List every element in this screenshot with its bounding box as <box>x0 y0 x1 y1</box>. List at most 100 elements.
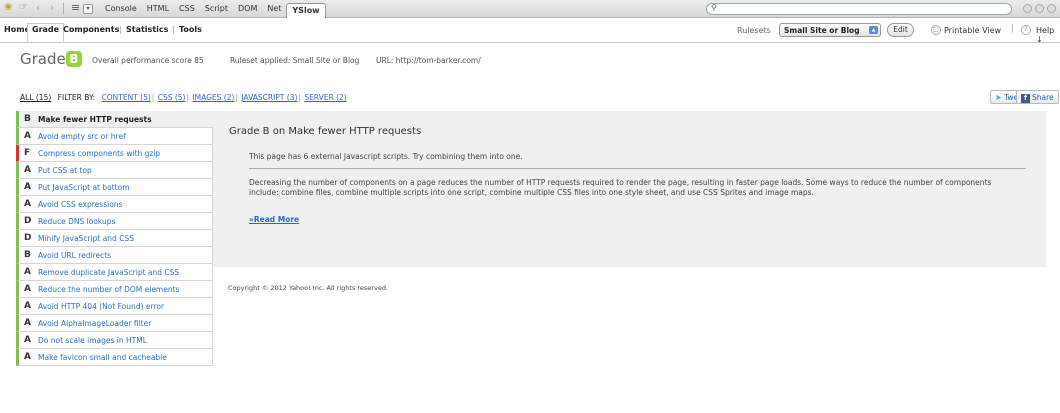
detach-window-icon[interactable] <box>1035 4 1044 13</box>
rule-item[interactable]: B Avoid URL redirects <box>16 247 213 264</box>
inspect-icon[interactable]: ☞ <box>19 2 28 13</box>
tab-net[interactable]: Net <box>262 2 286 16</box>
tab-console[interactable]: Console <box>100 2 142 16</box>
twitter-icon: ➤ <box>995 93 1002 102</box>
filter-css[interactable]: CSS (5) <box>158 93 186 102</box>
search-icon: ⚲ <box>711 3 717 12</box>
rule-name: Avoid HTTP 404 (Not Found) error <box>38 302 165 311</box>
minimize-window-icon[interactable] <box>1023 4 1032 13</box>
rule-name: Avoid URL redirects <box>38 251 112 260</box>
ruleset-select[interactable]: Small Site or Blog ▲ <box>779 23 881 37</box>
rule-grade: B <box>24 250 31 260</box>
tab-css[interactable]: CSS <box>174 2 200 16</box>
rule-grade: A <box>24 301 31 311</box>
edit-ruleset-button[interactable]: Edit <box>887 23 914 37</box>
rule-grade: A <box>24 199 31 209</box>
rule-name: Make fewer HTTP requests <box>38 115 152 124</box>
help-menu[interactable]: Help ↓ <box>1036 26 1060 44</box>
toolbar-separator <box>63 3 64 14</box>
rule-item[interactable]: D Minify JavaScript and CSS <box>16 230 213 247</box>
tab-tools[interactable]: Tools <box>175 24 206 36</box>
facebook-share-button[interactable]: f Share <box>1016 90 1059 104</box>
rule-item[interactable]: A Make favicon small and cacheable <box>16 349 213 366</box>
filter-bar: ALL (15) FILTER BY: CONTENT (5)| CSS (5)… <box>20 93 347 102</box>
rule-grade: A <box>24 131 31 141</box>
rule-name: Compress components with gzip <box>38 149 161 158</box>
rule-grade: A <box>24 267 31 277</box>
facebook-icon: f <box>1021 94 1030 103</box>
printable-view-link[interactable]: Printable View <box>944 26 1001 35</box>
rule-item[interactable]: D Reduce DNS lookups <box>16 213 213 230</box>
close-window-icon[interactable] <box>1047 4 1056 13</box>
toolbar-separator: | <box>1011 24 1015 34</box>
filter-by-label: FILTER BY: <box>57 93 96 102</box>
help-icon[interactable]: ? <box>1021 25 1031 35</box>
share-label: Share <box>1032 93 1054 102</box>
filter-server[interactable]: SERVER (2) <box>304 93 346 102</box>
rule-name: Put JavaScript at bottom <box>38 183 130 192</box>
rule-item[interactable]: A Reduce the number of DOM elements <box>16 281 213 298</box>
rule-item[interactable]: A Avoid HTTP 404 (Not Found) error <box>16 298 213 315</box>
filter-images[interactable]: IMAGES (2) <box>192 93 234 102</box>
firebug-panel-tabs: Console HTML CSS Script DOM Net YSlow <box>100 0 326 18</box>
tab-statistics[interactable]: Statistics <box>122 24 172 36</box>
rule-grade: B <box>24 114 31 124</box>
rule-item[interactable]: A Avoid empty src or href <box>16 128 213 145</box>
rule-finding: This page has 6 external Javascript scri… <box>249 152 523 161</box>
rule-item[interactable]: A Avoid CSS expressions <box>16 196 213 213</box>
rule-name: Do not scale images in HTML <box>38 336 147 345</box>
rule-item[interactable]: A Put JavaScript at bottom <box>16 179 213 196</box>
rule-item[interactable]: A Do not scale images in HTML <box>16 332 213 349</box>
tab-script[interactable]: Script <box>200 2 233 16</box>
rule-name: Avoid AlphaImageLoader filter <box>38 319 152 328</box>
rule-grade: A <box>24 335 31 345</box>
rule-name: Make favicon small and cacheable <box>38 353 167 362</box>
rule-item[interactable]: A Remove duplicate JavaScript and CSS <box>16 264 213 281</box>
rule-grade: A <box>24 352 31 362</box>
rule-grade: D <box>24 216 32 226</box>
tab-yslow[interactable]: YSlow <box>286 3 326 18</box>
overall-score: Overall performance score 85 <box>92 56 204 65</box>
rule-grade: A <box>24 284 31 294</box>
tab-components[interactable]: Components <box>59 24 123 36</box>
back-icon[interactable]: ‹ <box>36 2 40 14</box>
rule-detail-panel: Grade B on Make fewer HTTP requests This… <box>213 111 1046 267</box>
filter-separator: | <box>151 93 155 102</box>
rule-grade: F <box>24 148 31 158</box>
rule-item[interactable]: F Compress components with gzip <box>16 145 213 162</box>
select-arrows-icon: ▲ <box>869 26 878 34</box>
forward-icon[interactable]: › <box>50 2 54 14</box>
rule-item[interactable]: B Make fewer HTTP requests <box>16 111 214 128</box>
rule-description: Decreasing the number of components on a… <box>249 178 992 197</box>
rule-item[interactable]: A Put CSS at top <box>16 162 213 179</box>
rule-name: Remove duplicate JavaScript and CSS <box>38 268 180 277</box>
rule-name: Avoid empty src or href <box>38 132 126 141</box>
firebug-toolbar: ❀ ☞ ‹ › ≡ ▾ Console HTML CSS Script DOM … <box>0 0 1060 18</box>
rule-name: Put CSS at top <box>38 166 92 175</box>
panel-dropdown-icon[interactable]: ▾ <box>83 4 93 14</box>
rule-name: Reduce DNS lookups <box>38 217 116 226</box>
rulesets-label: Rulesets <box>737 26 771 35</box>
tab-dom[interactable]: DOM <box>233 2 262 16</box>
copyright-text: Copyright © 2012 Yahoo! Inc. All rights … <box>228 284 389 292</box>
read-more-link[interactable]: »Read More <box>249 215 299 224</box>
printable-view-icon[interactable]: □ <box>931 25 941 35</box>
rule-name: Avoid CSS expressions <box>38 200 123 209</box>
grade-badge: B <box>66 51 82 67</box>
filter-all[interactable]: ALL (15) <box>20 93 51 102</box>
filter-javascript[interactable]: JAVASCRIPT (3) <box>241 93 297 102</box>
rule-grade: D <box>24 233 32 243</box>
yslow-tab-bar: Home Grade Components | Statistics | Too… <box>0 19 1060 44</box>
filter-separator: | <box>298 93 301 102</box>
tab-html[interactable]: HTML <box>142 2 174 16</box>
rule-detail-title: Grade B on Make fewer HTTP requests <box>229 126 422 137</box>
panel-menu-icon[interactable]: ≡ <box>71 1 80 14</box>
rule-item[interactable]: A Avoid AlphaImageLoader filter <box>16 315 213 332</box>
rule-name: Minify JavaScript and CSS <box>38 234 134 243</box>
page-title: Grade <box>20 50 66 68</box>
filter-content[interactable]: CONTENT (5) <box>102 93 151 102</box>
firebug-icon[interactable]: ❀ <box>4 3 12 13</box>
rule-name: Reduce the number of DOM elements <box>38 285 180 294</box>
firebug-search-input[interactable]: ⚲ <box>706 3 1012 15</box>
divider <box>249 168 1026 169</box>
